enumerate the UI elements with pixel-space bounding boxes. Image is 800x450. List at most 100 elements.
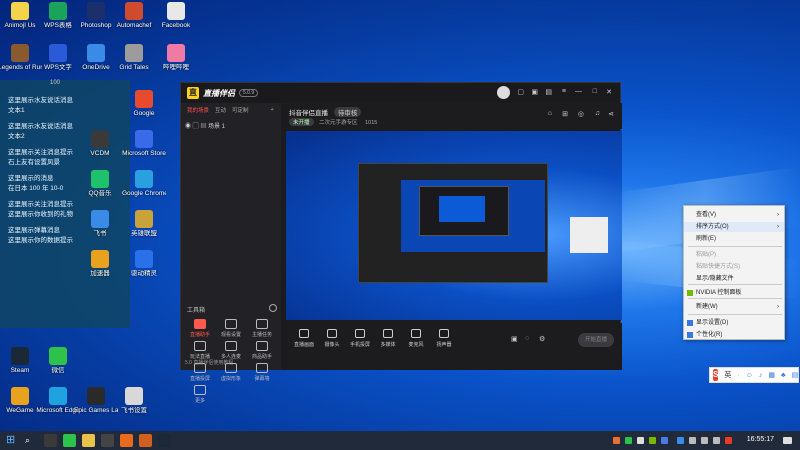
tool-button[interactable]: 玩法直播 xyxy=(185,341,215,360)
mic-icon[interactable]: ♪ xyxy=(759,372,763,379)
network-icon[interactable] xyxy=(689,437,696,444)
taskbar-clock[interactable]: 16:55:17 xyxy=(747,436,774,443)
tab-custom[interactable]: 可定制 xyxy=(232,106,249,114)
notification-icon[interactable] xyxy=(783,437,792,444)
app-taskbar-icon[interactable] xyxy=(120,434,133,447)
share-icon[interactable]: ⋖ xyxy=(608,110,614,118)
volume-icon[interactable] xyxy=(701,437,708,444)
context-menu-item[interactable]: 查看(V) › xyxy=(684,210,784,220)
desktop-shortcut[interactable]: QQ音乐 xyxy=(78,170,122,198)
avatar[interactable] xyxy=(497,86,510,99)
maximize-icon[interactable]: □ xyxy=(593,88,597,95)
minimize-icon[interactable]: — xyxy=(575,88,582,95)
source-button[interactable]: 手机投屏 xyxy=(345,329,375,348)
tutorial-link[interactable]: 5.0 直播伴侣使用教程 xyxy=(185,359,233,366)
record-icon[interactable]: ◎ xyxy=(578,110,584,118)
desktop-shortcut[interactable]: Automachef xyxy=(112,2,156,30)
camera-icon[interactable]: ▣ xyxy=(511,335,518,343)
source-button[interactable]: 扬声器 xyxy=(429,329,459,348)
tool-button[interactable]: 观看设置 xyxy=(216,319,246,338)
menu-icon[interactable]: ≡ xyxy=(562,88,566,95)
tray-icon[interactable] xyxy=(661,437,668,444)
desktop-shortcut[interactable]: Microsoft Store xyxy=(122,130,166,158)
bell-icon[interactable]: ♫ xyxy=(595,110,600,117)
bluetooth-icon[interactable] xyxy=(677,437,684,444)
desktop-shortcut[interactable]: 飞书 xyxy=(78,210,122,238)
message-icon[interactable]: ▢ xyxy=(517,88,524,96)
search-icon[interactable]: ⌕ xyxy=(25,434,38,447)
live-companion-taskbar-icon[interactable] xyxy=(139,434,152,447)
punctuation-icon[interactable]: · xyxy=(737,372,739,379)
tool-button[interactable]: 主播任务 xyxy=(247,319,277,338)
source-button[interactable]: 直播画面 xyxy=(289,329,319,348)
context-menu-item[interactable]: 新建(W) › xyxy=(684,302,784,312)
tray-icon[interactable] xyxy=(625,437,632,444)
context-menu-item[interactable]: NVIDIA 控制面板 xyxy=(684,288,784,298)
tool-icon xyxy=(194,385,206,395)
overlay-message: 这里展示水友说话消息 xyxy=(8,97,73,104)
context-menu-item[interactable]: 刷新(E) xyxy=(684,234,784,244)
tray-icon[interactable] xyxy=(637,437,644,444)
desktop-shortcut[interactable]: 微信 xyxy=(36,347,80,375)
skin-icon[interactable]: ♣ xyxy=(781,372,786,379)
ime-mode[interactable]: 英 xyxy=(724,370,731,380)
shop-icon[interactable]: ⊞ xyxy=(562,110,568,118)
tab-interact[interactable]: 互动 xyxy=(215,106,226,114)
category-label[interactable]: 二次元手游专区 xyxy=(319,120,358,126)
toolbox-icon[interactable]: ▤ xyxy=(792,371,799,379)
task-view-icon[interactable] xyxy=(44,434,57,447)
tool-button[interactable]: 更多 xyxy=(185,385,215,404)
tool-button[interactable]: 弹幕墙 xyxy=(247,363,277,382)
nvidia-tray-icon[interactable] xyxy=(649,437,656,444)
source-button[interactable]: 多媒体 xyxy=(373,329,403,348)
source-button[interactable]: 摄像头 xyxy=(317,329,347,348)
desktop-shortcut[interactable]: VCDM xyxy=(78,130,122,158)
desktop-shortcut[interactable]: 加速器 xyxy=(78,250,122,278)
tool-button[interactable]: 商品助手 xyxy=(247,341,277,360)
context-menu-item[interactable]: 粘贴(P) xyxy=(684,250,784,260)
gift-icon[interactable]: ⌂ xyxy=(548,110,552,117)
gear-icon[interactable]: ⚙ xyxy=(539,335,545,343)
explorer-taskbar-icon[interactable] xyxy=(82,434,95,447)
add-scene-icon[interactable]: + xyxy=(271,107,274,113)
ime-tray-icon[interactable] xyxy=(725,437,732,444)
battery-icon[interactable] xyxy=(713,437,720,444)
desktop-shortcut[interactable]: Google Chrome xyxy=(122,170,166,198)
desktop-shortcut[interactable]: Grid Tales xyxy=(112,44,156,72)
context-menu-item[interactable]: 显示/隐藏文件 xyxy=(684,274,784,284)
tab-my-scenes[interactable]: 我的场景 xyxy=(187,106,209,114)
stream-preview[interactable] xyxy=(286,131,622,320)
stream-title[interactable]: 抖音伴侣直播 xyxy=(289,110,328,117)
terminal-taskbar-icon[interactable] xyxy=(101,434,114,447)
desktop-shortcut[interactable]: Google xyxy=(122,90,166,118)
menu-separator xyxy=(688,284,782,285)
desktop-shortcut[interactable]: 驱动精灵 xyxy=(122,250,166,278)
start-live-button[interactable]: 开始直播 xyxy=(578,333,614,347)
tool-label: 直播投屏 xyxy=(189,376,210,382)
desktop-shortcut[interactable]: 英雄联盟 xyxy=(122,210,166,238)
keyboard-icon[interactable]: ▦ xyxy=(768,371,775,379)
desktop-shortcut[interactable]: 哔哩哔哩 xyxy=(154,44,198,72)
wechat-taskbar-icon[interactable] xyxy=(63,434,76,447)
emoji-icon[interactable]: ☺ xyxy=(746,372,753,379)
desktop-shortcut[interactable]: 飞书设置 xyxy=(112,387,156,415)
tray-icon[interactable] xyxy=(613,437,620,444)
start-icon[interactable]: ⊞ xyxy=(6,434,19,447)
desktop-shortcut[interactable]: WeGame xyxy=(0,387,42,415)
desktop-shortcut[interactable]: Facebook xyxy=(154,2,198,30)
context-menu-item[interactable]: 个性化(R) xyxy=(684,330,784,340)
tool-button[interactable]: 直播助手 xyxy=(185,319,215,338)
close-icon[interactable]: ✕ xyxy=(606,88,612,96)
settings-icon[interactable]: ▣ xyxy=(531,88,538,96)
toolbox-settings-icon[interactable] xyxy=(269,304,277,312)
context-menu-item[interactable]: 排序方式(O) › xyxy=(684,222,784,232)
scene-item[interactable]: ◉ ▢ ▤ 场景 1 xyxy=(185,121,281,130)
beauty-icon[interactable]: ◌ xyxy=(525,335,529,342)
source-button[interactable]: 麦克风 xyxy=(401,329,431,348)
tool-button[interactable]: 多人连麦 xyxy=(216,341,246,360)
context-menu-item[interactable]: 显示设置(D) xyxy=(684,318,784,328)
shortcut-label: Google xyxy=(133,110,155,117)
steam-taskbar-icon[interactable] xyxy=(158,434,171,447)
skin-icon[interactable]: ▤ xyxy=(545,88,552,96)
context-menu-item[interactable]: 粘贴快捷方式(S) xyxy=(684,262,784,272)
